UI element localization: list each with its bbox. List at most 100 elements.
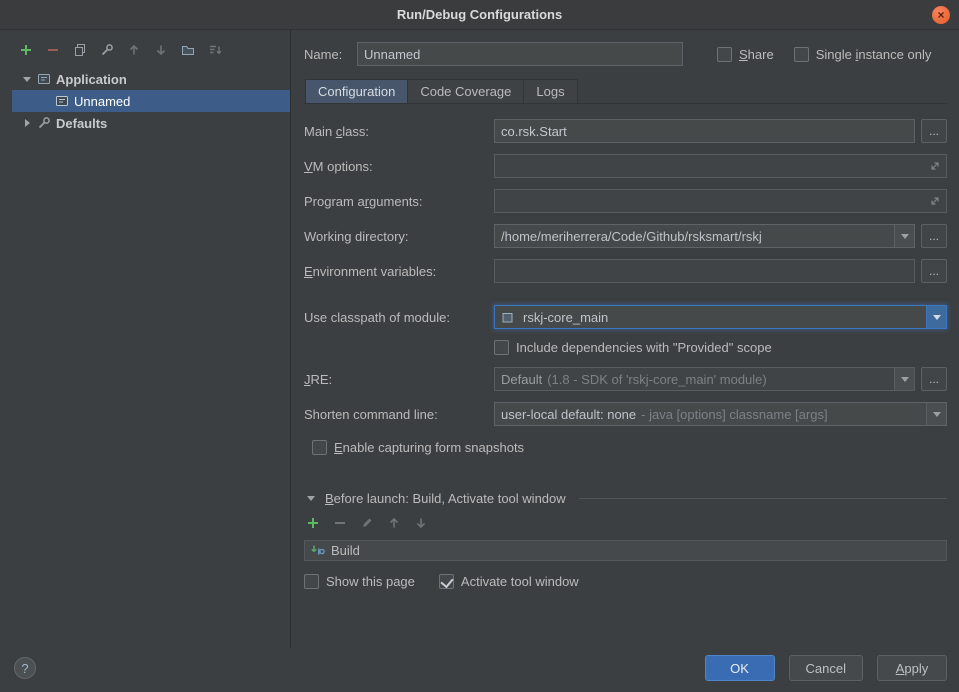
arrow-down-icon: [154, 43, 168, 57]
plus-icon: [306, 516, 320, 530]
main-class-browse-button[interactable]: ...: [921, 119, 947, 143]
add-task-button[interactable]: [305, 515, 321, 531]
main-class-row: Main class: ...: [304, 119, 947, 143]
main-class-label: Main class:: [304, 124, 494, 139]
share-checkbox[interactable]: Share: [717, 47, 774, 62]
checkbox-box-icon: [439, 574, 454, 589]
show-this-page-checkbox[interactable]: Show this page: [304, 574, 415, 589]
working-directory-combobox[interactable]: /home/meriherrera/Code/Github/rsksmart/r…: [494, 224, 915, 248]
environment-variables-input[interactable]: [494, 259, 915, 283]
before-launch-item-build[interactable]: Build: [304, 540, 947, 561]
ok-button[interactable]: OK: [705, 655, 775, 681]
capture-snapshots-label: Enable capturing form snapshots: [334, 440, 524, 455]
tab-logs[interactable]: Logs: [524, 79, 577, 103]
move-task-up-button[interactable]: [386, 515, 402, 531]
apply-button[interactable]: Apply: [877, 655, 947, 681]
sort-icon: [208, 43, 222, 57]
single-instance-checkbox[interactable]: Single instance only: [794, 47, 932, 62]
module-icon: [497, 311, 517, 324]
shorten-command-line-combobox[interactable]: user-local default: none- java [options]…: [494, 402, 947, 426]
arrow-up-icon: [127, 43, 141, 57]
activate-tool-window-checkbox[interactable]: Activate tool window: [439, 574, 579, 589]
wrench-icon: [100, 43, 114, 57]
tab-configuration[interactable]: Configuration: [305, 79, 408, 103]
move-task-down-button[interactable]: [413, 515, 429, 531]
module-classpath-row: Use classpath of module: rskj-core_main: [304, 305, 947, 329]
jre-browse-button[interactable]: ...: [921, 367, 947, 391]
sort-configurations-button[interactable]: [207, 42, 223, 58]
help-icon: ?: [21, 661, 28, 676]
include-dependencies-checkbox[interactable]: Include dependencies with "Provided" sco…: [494, 340, 772, 355]
before-launch-section: Before launch: Build, Activate tool wind…: [304, 491, 947, 589]
vm-options-label: VM options:: [304, 159, 494, 174]
environment-variables-browse-button[interactable]: ...: [921, 259, 947, 283]
tree-node-application[interactable]: Application: [12, 68, 290, 90]
working-directory-label: Working directory:: [304, 229, 494, 244]
defaults-icon: [34, 116, 54, 130]
main-class-input[interactable]: [494, 119, 915, 143]
window-title: Run/Debug Configurations: [397, 7, 562, 22]
module-classpath-label: Use classpath of module:: [304, 310, 494, 325]
minus-icon: [46, 43, 60, 57]
titlebar[interactable]: Run/Debug Configurations ×: [0, 0, 959, 30]
checkbox-box-icon: [312, 440, 327, 455]
collapse-arrow-icon: [304, 496, 318, 501]
tree-node-unnamed[interactable]: Unnamed: [12, 90, 290, 112]
working-directory-row: Working directory: /home/meriherrera/Cod…: [304, 224, 947, 248]
tree-node-label: Defaults: [54, 116, 107, 131]
collapse-arrow-icon[interactable]: [20, 77, 34, 82]
before-launch-list: Build: [304, 540, 947, 561]
program-arguments-row: Program arguments:: [304, 189, 947, 213]
name-input[interactable]: [357, 42, 683, 66]
checkbox-box-icon: [304, 574, 319, 589]
vm-options-input[interactable]: [494, 154, 947, 178]
before-launch-toolbar: [305, 515, 947, 531]
environment-variables-row: Environment variables: ...: [304, 259, 947, 283]
capture-snapshots-checkbox[interactable]: Enable capturing form snapshots: [312, 440, 524, 455]
before-launch-item-label: Build: [331, 543, 360, 558]
remove-task-button[interactable]: [332, 515, 348, 531]
module-classpath-combobox[interactable]: rskj-core_main: [494, 305, 947, 329]
name-label: Name:: [304, 47, 357, 62]
application-icon: [52, 94, 72, 108]
capture-snapshots-row: Enable capturing form snapshots: [312, 440, 947, 455]
jre-combobox[interactable]: Default(1.8 - SDK of 'rskj-core_main' mo…: [494, 367, 915, 391]
cancel-button[interactable]: Cancel: [789, 655, 863, 681]
working-directory-browse-button[interactable]: ...: [921, 224, 947, 248]
footer-buttons: OK Cancel Apply: [705, 655, 947, 681]
move-down-button[interactable]: [153, 42, 169, 58]
module-classpath-value: rskj-core_main: [517, 310, 926, 325]
before-launch-header[interactable]: Before launch: Build, Activate tool wind…: [304, 491, 947, 506]
program-arguments-input[interactable]: [494, 189, 947, 213]
configuration-form: Main class: ... VM options: Program argu…: [304, 119, 947, 455]
tree-node-defaults[interactable]: Defaults: [12, 112, 290, 134]
checkbox-box-icon: [717, 47, 732, 62]
edit-defaults-button[interactable]: [99, 42, 115, 58]
single-instance-label: Single instance only: [816, 47, 932, 62]
jre-row: JRE: Default(1.8 - SDK of 'rskj-core_mai…: [304, 367, 947, 391]
new-folder-button[interactable]: [180, 42, 196, 58]
expand-field-icon[interactable]: [929, 195, 941, 207]
include-dependencies-label: Include dependencies with "Provided" sco…: [516, 340, 772, 355]
dialog-footer: ? OK Cancel Apply: [0, 648, 959, 692]
shorten-command-line-value: user-local default: none- java [options]…: [495, 407, 926, 422]
expand-arrow-icon[interactable]: [20, 119, 34, 127]
tab-strip: Configuration Code Coverage Logs: [304, 79, 947, 104]
copy-configuration-button[interactable]: [72, 42, 88, 58]
remove-configuration-button[interactable]: [45, 42, 61, 58]
close-icon: ×: [937, 8, 944, 22]
edit-task-button[interactable]: [359, 515, 375, 531]
tab-code-coverage[interactable]: Code Coverage: [408, 79, 524, 103]
dropdown-arrow-icon[interactable]: [926, 306, 946, 328]
dropdown-arrow-icon[interactable]: [926, 403, 946, 425]
add-configuration-button[interactable]: [18, 42, 34, 58]
help-button[interactable]: ?: [14, 657, 36, 679]
move-up-button[interactable]: [126, 42, 142, 58]
expand-field-icon[interactable]: [929, 160, 941, 172]
arrow-down-icon: [414, 516, 428, 530]
dropdown-arrow-icon[interactable]: [894, 225, 914, 247]
dropdown-arrow-icon[interactable]: [894, 368, 914, 390]
close-button[interactable]: ×: [932, 6, 950, 24]
checkbox-box-icon: [494, 340, 509, 355]
environment-variables-label: Environment variables:: [304, 264, 494, 279]
